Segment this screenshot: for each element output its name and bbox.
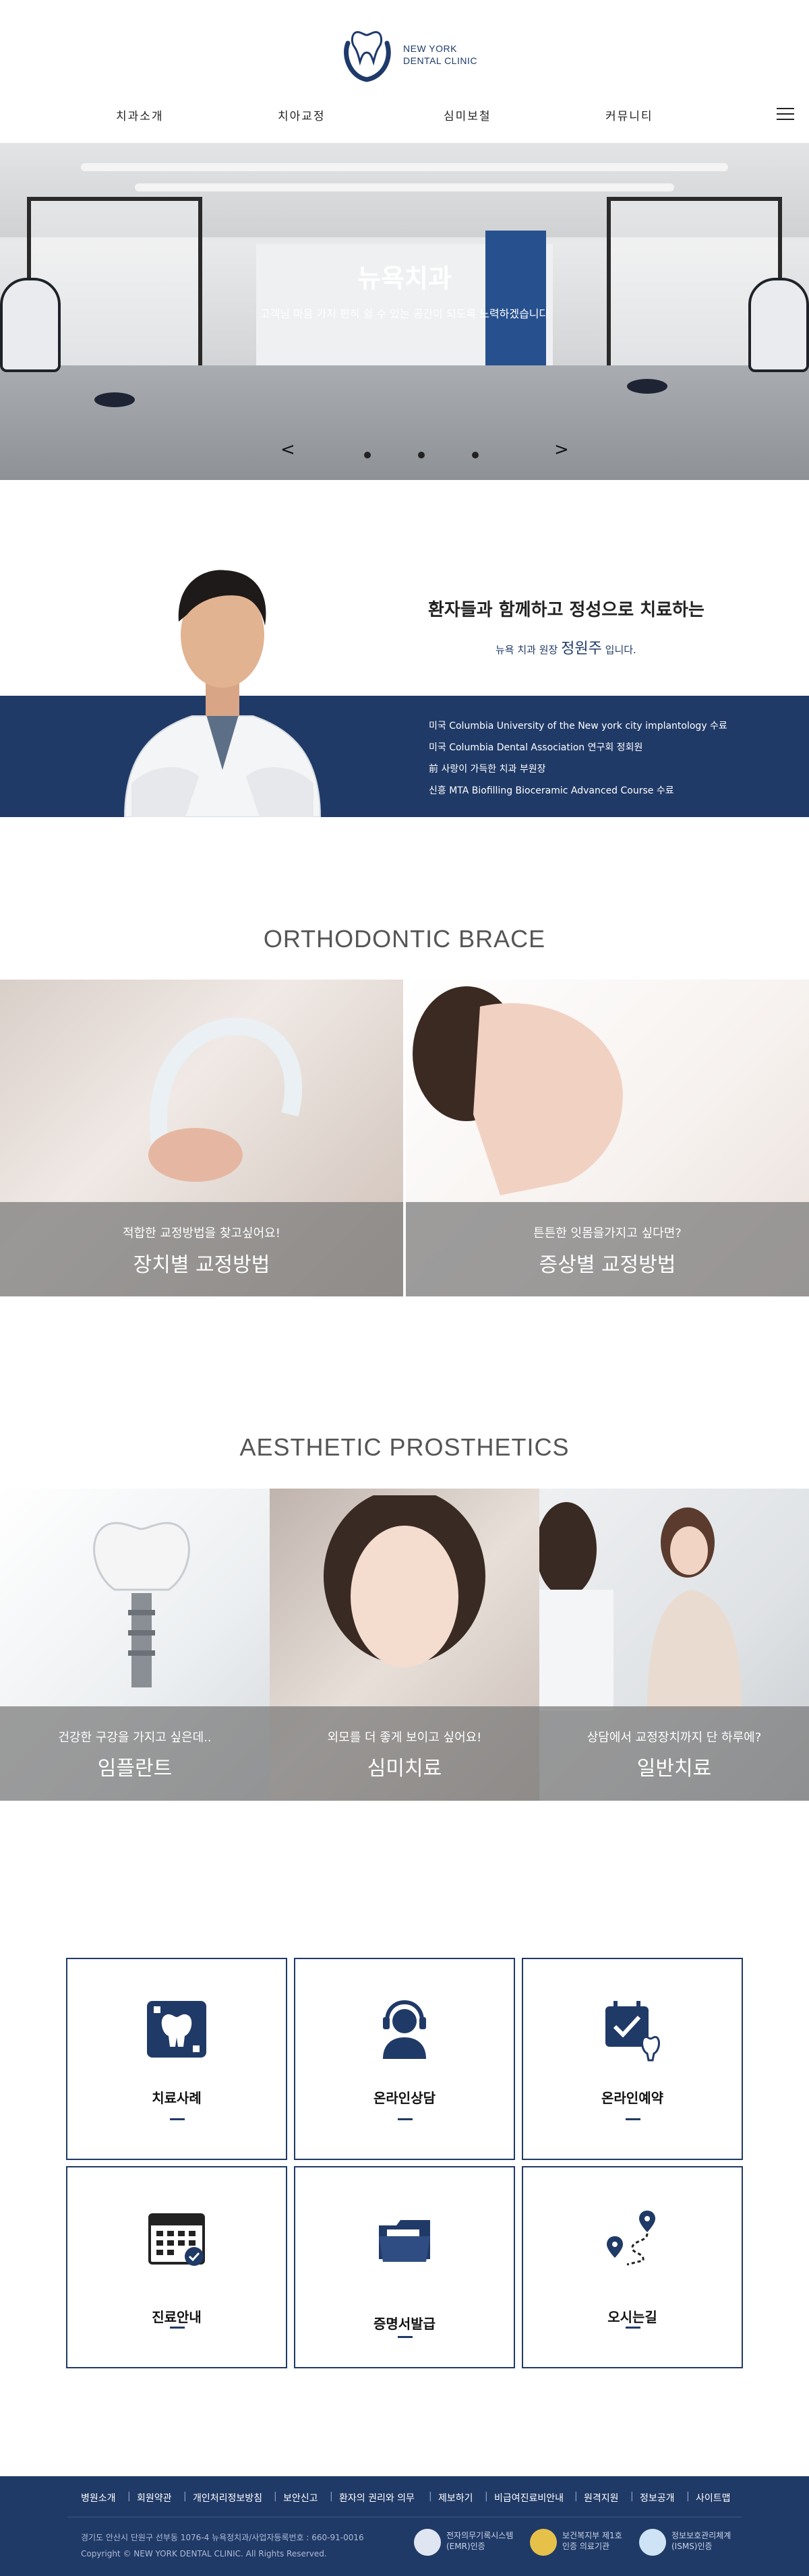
tile-subtitle: 건강한 구강을 가지고 싶은데.. [58, 1731, 212, 1745]
aesthetic-tile-implant[interactable]: 건강한 구강을 가지고 싶은데.. 임플란트 [0, 1489, 270, 1801]
footer-link[interactable]: 회원약관 [137, 2491, 172, 2505]
page: NEW YORK DENTAL CLINIC 치과소개 치아교정 심미보철 커뮤… [0, 0, 809, 2576]
aesthetic-tile-cosmetic[interactable]: 외모를 더 좋게 보이고 싶어요! 심미치료 [270, 1489, 539, 1801]
site-header: NEW YORK DENTAL CLINIC 치과소개 치아교정 심미보철 커뮤… [0, 0, 809, 143]
footer-link[interactable]: 병원소개 [81, 2491, 116, 2505]
footer-link[interactable]: 정보공개 [640, 2491, 675, 2505]
aesthetic-section-title: AESTHETIC PROSTHETICS [239, 1433, 570, 1461]
footer-address: 경기도 안산시 단원구 선부동 1076-4 뉴욕정치과/사업자등록번호 : 6… [81, 2533, 364, 2542]
service-label: 오시는길 [607, 2309, 657, 2325]
doctor-intro: 뉴욕 치과 원장 정원주 입니다. [496, 636, 636, 658]
credential-item: 미국 Columbia Dental Association 연구회 정회원 [429, 742, 643, 753]
tile-title: 일반치료 [636, 1757, 712, 1780]
doctor-intro-suffix: 입니다. [605, 644, 636, 656]
tile-subtitle: 상담에서 교정장치까지 단 하루에? [587, 1731, 762, 1745]
tile-subtitle: 적합한 교정방법을 찾고싶어요! [123, 1226, 280, 1240]
service-guide[interactable]: 진료안내 [66, 2166, 287, 2368]
logo-line1: NEW YORK [403, 43, 457, 54]
calendar-icon [148, 2213, 205, 2266]
footer-link[interactable]: 비급여진료비안내 [494, 2491, 564, 2505]
tile-title: 증상별 교정방법 [539, 1253, 676, 1277]
tile-subtitle: 외모를 더 좋게 보이고 싶어요! [327, 1731, 482, 1745]
footer-link[interactable]: 개인처리정보방침 [193, 2491, 262, 2505]
hero-title: 뉴욕치과 [357, 264, 452, 293]
aligner-image [148, 1017, 303, 1182]
consultation-image [539, 1502, 742, 1711]
service-label: 진료안내 [152, 2309, 202, 2325]
implant-image [93, 1522, 190, 1687]
service-label: 온라인상담 [373, 2090, 436, 2106]
service-certificate[interactable]: 증명서발급 [294, 2166, 515, 2368]
credential-item: 前 사랑이 가득한 치과 부원장 [429, 764, 546, 775]
hero-slider: 뉴욕치과 고객님 마음 가지 편히 쉴 수 있는 공간이 되도록 노력하겠습니다… [0, 143, 809, 480]
woman-profile-image [413, 986, 623, 1195]
calendar-tooth-icon [605, 2001, 660, 2062]
footer-link[interactable]: 원격지원 [584, 2491, 619, 2505]
credential-item: 신흥 MTA Biofilling Bioceramic Advanced Co… [429, 785, 674, 796]
certified-badge-icon [530, 2529, 557, 2556]
site-footer: 병원소개 | 회원약관 | 개인처리정보방침 | 보안신고 | 환자의 권리와 … [0, 2476, 809, 2576]
logo[interactable]: NEW YORK DENTAL CLINIC [336, 24, 484, 85]
menu-icon[interactable] [777, 104, 797, 123]
tile-subtitle: 튼튼한 잇몸을가지고 싶다면? [533, 1226, 682, 1240]
aesthetic-tile-general[interactable]: 상담에서 교정장치까지 단 하루에? 일반치료 [539, 1489, 809, 1801]
doctor-photo [123, 570, 322, 817]
nav-item-clinic-intro[interactable]: 치과소개 [116, 107, 164, 123]
tile-title: 심미치료 [367, 1757, 442, 1780]
ortho-section-title: ORTHODONTIC BRACE [263, 925, 546, 953]
slide-dot-2[interactable] [418, 452, 425, 458]
service-online-reservation[interactable]: 온라인예약 [522, 1958, 743, 2160]
nav-item-aesthetic[interactable]: 심미보철 [444, 107, 491, 123]
headset-icon [383, 2000, 426, 2059]
doctor-name: 정원주 [561, 640, 602, 657]
service-online-consult[interactable]: 온라인상담 [294, 1958, 515, 2160]
prev-slide-icon[interactable]: < [280, 440, 295, 460]
service-directions[interactable]: 오시는길 [522, 2166, 743, 2368]
folder-icon [379, 2220, 430, 2262]
isms-badge-icon [639, 2529, 666, 2556]
nav-item-orthodontics[interactable]: 치아교정 [278, 107, 326, 123]
footer-link[interactable]: 환자의 권리와 의무 [339, 2491, 415, 2505]
ortho-tile-device[interactable]: 적합한 교정방법을 찾고싶어요! 장치별 교정방법 [0, 980, 403, 1296]
doctor-intro-prefix: 뉴욕 치과 원장 [496, 644, 558, 656]
badge-text: 전자의무기록시스템 (EMR)인증 [446, 2531, 514, 2551]
badge-text: 정보보호관리체계 (ISMS)인증 [671, 2531, 731, 2551]
doctor-heading: 환자들과 함께하고 정성으로 치료하는 [428, 600, 705, 620]
service-label: 치료사례 [152, 2090, 202, 2106]
badge-text: 보건복지부 제1호 인증 의료기관 [562, 2531, 622, 2551]
footer-link[interactable]: 제보하기 [438, 2491, 473, 2505]
slide-dot-1[interactable] [364, 452, 371, 458]
slide-dot-3[interactable] [472, 452, 479, 458]
service-label: 온라인예약 [601, 2090, 663, 2106]
tile-title: 장치별 교정방법 [133, 1253, 270, 1277]
footer-link[interactable]: 사이트맵 [696, 2491, 731, 2505]
credential-item: 미국 Columbia University of the New york c… [429, 721, 727, 731]
emr-badge-icon [414, 2529, 441, 2556]
tile-title: 임플란트 [97, 1757, 173, 1780]
woman-face-image [324, 1495, 485, 1667]
service-treatment-cases[interactable]: 치료사례 [66, 1958, 287, 2160]
ortho-tile-symptom[interactable]: 튼튼한 잇몸을가지고 싶다면? 증상별 교정방법 [406, 980, 809, 1296]
tooth-case-icon [147, 2001, 206, 2058]
footer-copyright: Copyright © NEW YORK DENTAL CLINIC. All … [81, 2549, 327, 2558]
nav-item-community[interactable]: 커뮤니티 [605, 107, 653, 123]
tooth-logo-icon [344, 31, 391, 82]
next-slide-icon[interactable]: > [554, 440, 569, 460]
map-pin-icon [607, 2211, 655, 2266]
service-label: 증명서발급 [373, 2316, 436, 2332]
logo-text: NEW YORK DENTAL CLINIC [403, 42, 477, 67]
hero-subtitle: 고객님 마음 가지 편히 쉴 수 있는 공간이 되도록 노력하겠습니다 [260, 307, 549, 320]
footer-link[interactable]: 보안신고 [283, 2491, 318, 2505]
logo-line2: DENTAL CLINIC [403, 55, 477, 66]
main-nav: 치과소개 치아교정 심미보철 커뮤니티 [0, 107, 809, 127]
doctor-section: 환자들과 함께하고 정성으로 치료하는 뉴욕 치과 원장 정원주 입니다. 미국… [0, 480, 809, 817]
